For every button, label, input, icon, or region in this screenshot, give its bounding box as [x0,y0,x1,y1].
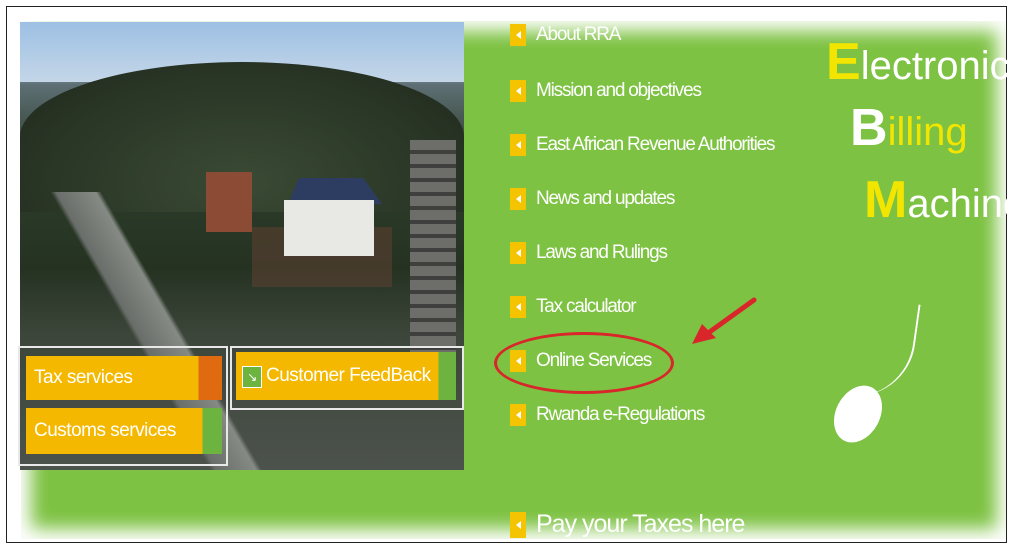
bullet-icon [510,80,526,102]
menu-item-label: Rwanda e-Regulations [536,404,705,425]
menu-item-label: Mission and objectives [536,80,702,101]
arrow-icon: ↘ [242,366,262,388]
menu-item-laws[interactable]: Laws and Rulings [510,242,668,264]
menu-item-label: East African Revenue Authorities [536,134,776,155]
bullet-icon [510,404,526,426]
customer-feedback-label: Customer FeedBack [266,365,431,386]
menu-item-mission[interactable]: Mission and objectives [510,80,702,102]
bullet-icon [510,296,526,318]
bullet-icon [510,511,526,538]
red-arrow-icon [692,297,757,344]
menu-item-about-rra[interactable]: About RRA [510,24,621,46]
menu-item-news[interactable]: News and updates [510,188,675,210]
customer-feedback-button[interactable]: ↘ Customer FeedBack [236,352,456,400]
bullet-icon [510,242,526,264]
menu-item-label: News and updates [536,188,675,209]
menu-item-label: Tax calculator [536,296,637,317]
menu-item-rwanda-e-regulations[interactable]: Rwanda e-Regulations [510,404,705,426]
menu-item-label: About RRA [536,24,621,45]
bullet-icon [510,134,526,156]
highlight-circle [494,332,674,394]
menu-item-tax-calculator[interactable]: Tax calculator [510,296,637,318]
customs-services-label: Customs services [34,420,176,441]
tax-services-label: Tax services [34,367,133,388]
bullet-icon [510,24,526,46]
menu-item-east-african[interactable]: East African Revenue Authorities [510,134,776,156]
customs-services-button[interactable]: Customs services [26,408,222,454]
pay-taxes-label: Pay your Taxes here [536,510,745,538]
pay-taxes-link[interactable]: Pay your Taxes here [510,510,745,539]
menu-item-label: Laws and Rulings [536,242,668,263]
tax-services-button[interactable]: Tax services [26,356,222,400]
bullet-icon [510,188,526,210]
